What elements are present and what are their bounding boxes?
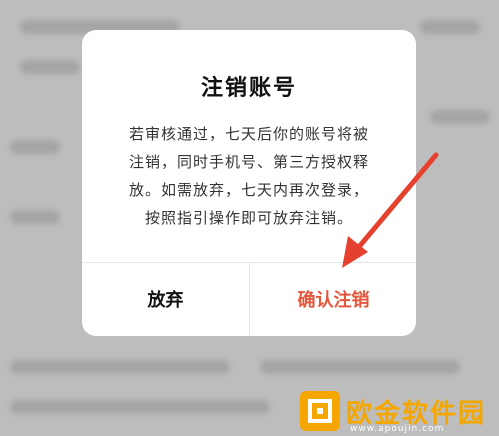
red-arrow-annotation [342,152,439,268]
watermark-url: www.apoujin.com [350,424,445,434]
watermark-logo-icon [300,391,340,431]
